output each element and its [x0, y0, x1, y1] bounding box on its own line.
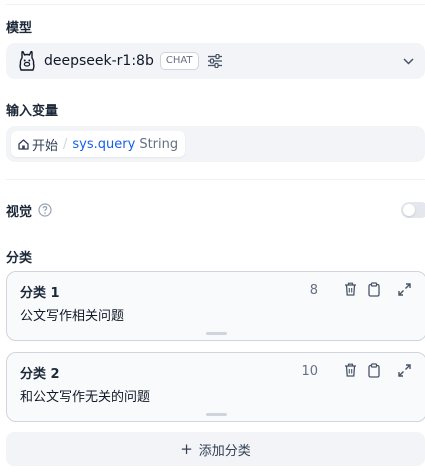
trash-icon[interactable]: [342, 281, 358, 297]
section-divider: [6, 179, 425, 180]
resize-handle[interactable]: [206, 413, 227, 416]
llama-icon: [17, 50, 37, 72]
input-variable-section-label: 输入变量: [6, 104, 59, 119]
variable-selector[interactable]: 开始 / sys.query String: [6, 126, 425, 162]
classes-section-label: 分类: [6, 251, 33, 266]
class-char-count: 10: [301, 364, 318, 379]
add-class-label: 添加分类: [198, 443, 251, 459]
class-char-count: 8: [309, 283, 318, 298]
variable-name: sys.query: [72, 136, 136, 152]
class-card-2[interactable]: 分类 2 10 和公文写作无关的问题: [6, 352, 425, 422]
model-name: deepseek-r1:8b: [44, 53, 154, 69]
class-description[interactable]: 公文写作相关问题: [20, 305, 124, 324]
trash-icon[interactable]: [342, 362, 358, 378]
expand-icon[interactable]: [396, 281, 412, 297]
class-title: 分类 2: [20, 367, 60, 382]
variable-tag[interactable]: 开始 / sys.query String: [11, 131, 186, 157]
add-class-button[interactable]: + 添加分类: [6, 432, 425, 466]
variable-separator: /: [63, 136, 68, 152]
expand-icon[interactable]: [396, 362, 412, 378]
sliders-icon[interactable]: [206, 52, 224, 70]
toggle-knob: [403, 204, 415, 216]
class-card-1[interactable]: 分类 1 8 公文写作相关问题: [6, 271, 425, 341]
vision-label: 视觉: [6, 204, 33, 220]
model-section-label: 模型: [6, 21, 33, 36]
vision-toggle[interactable]: [401, 202, 425, 218]
top-divider: [6, 4, 425, 5]
model-selector[interactable]: deepseek-r1:8b CHAT: [6, 43, 425, 79]
clipboard-icon[interactable]: [366, 362, 382, 378]
help-circle-icon[interactable]: [38, 203, 52, 217]
class-title: 分类 1: [20, 286, 60, 301]
clipboard-icon[interactable]: [366, 281, 382, 297]
resize-handle[interactable]: [206, 332, 227, 335]
model-mode-badge: CHAT: [159, 52, 199, 70]
plus-icon: +: [180, 440, 193, 458]
vision-row: 视觉: [6, 199, 425, 221]
home-icon: [17, 138, 29, 150]
class-description[interactable]: 和公文写作无关的问题: [20, 386, 150, 405]
variable-node-name: 开始: [32, 138, 59, 154]
variable-type: String: [139, 136, 179, 152]
chevron-down-icon[interactable]: [401, 54, 415, 68]
